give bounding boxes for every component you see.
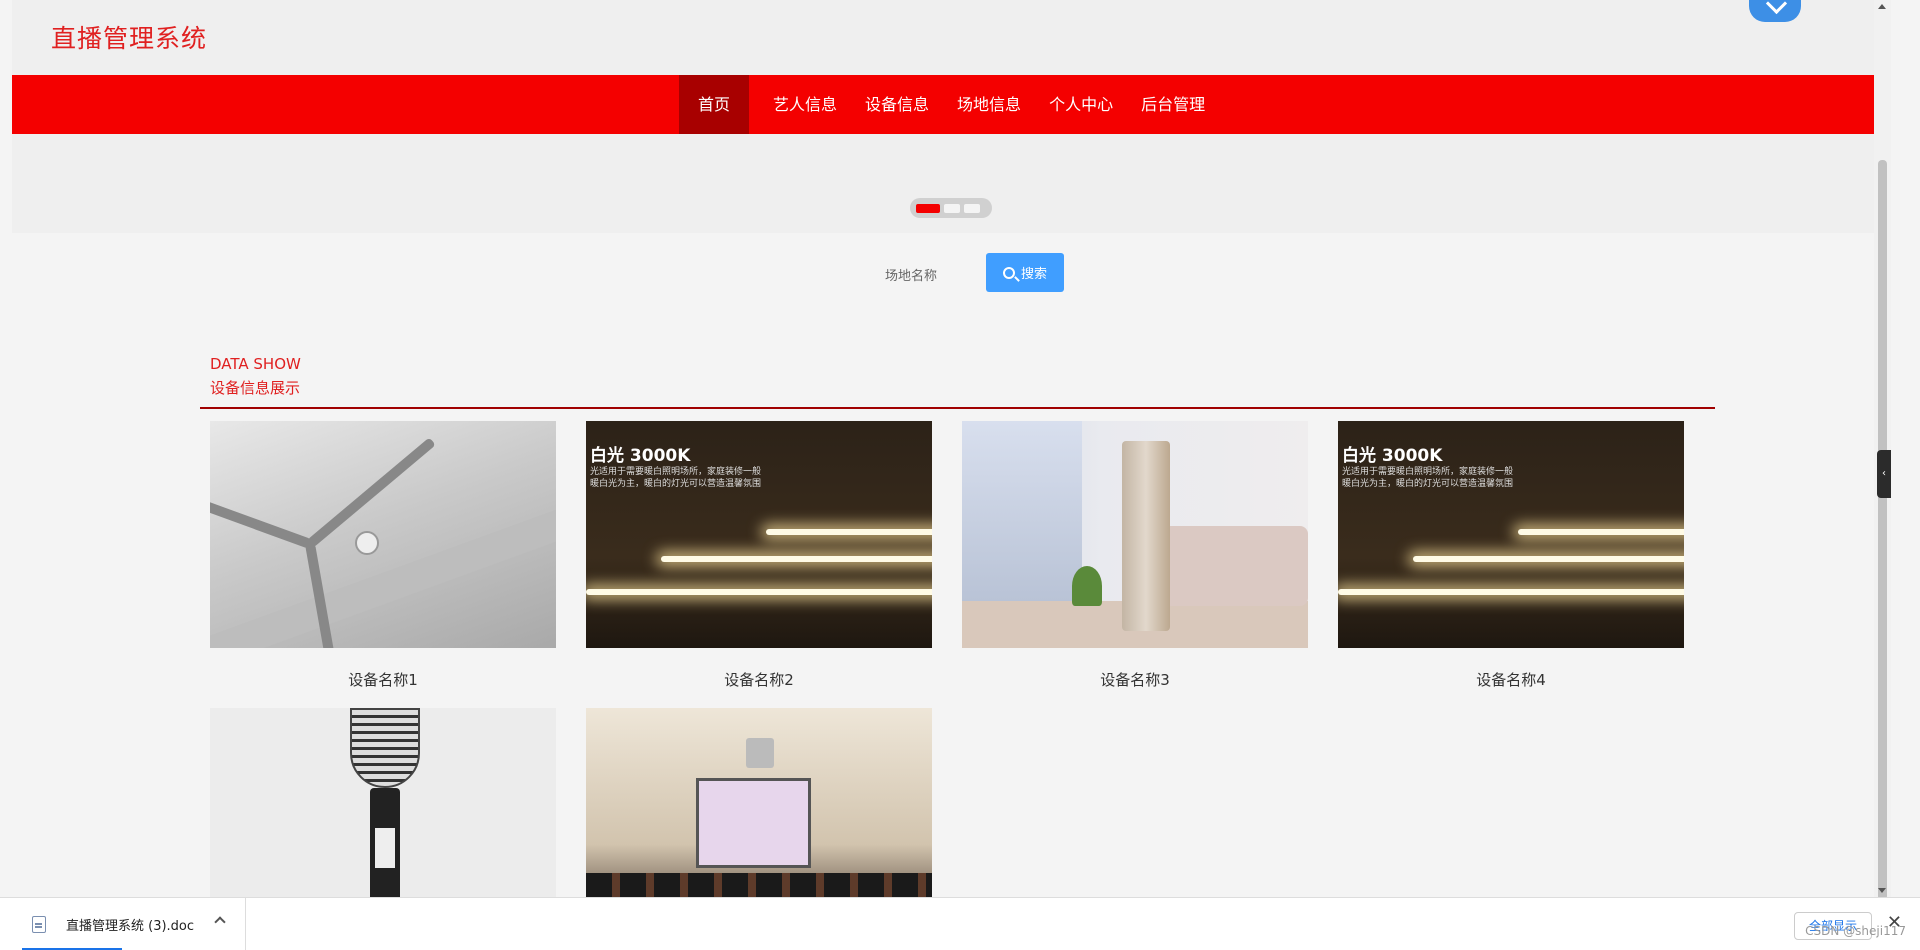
device-card[interactable]: 设备名称1 — [210, 421, 556, 690]
document-icon — [32, 916, 46, 933]
carousel-indicators — [910, 198, 992, 218]
header: 直播管理系统 — [12, 0, 1891, 75]
device-image-microphone[interactable] — [210, 708, 556, 897]
device-name[interactable]: 设备名称3 — [962, 669, 1308, 690]
device-card[interactable]: 设备名称3 — [962, 421, 1308, 690]
section-title-en: DATA SHOW — [210, 355, 301, 373]
watermark: CSDN @sheji117 — [1805, 924, 1906, 938]
search-button-label: 搜索 — [1020, 267, 1047, 282]
nav-item-profile[interactable]: 个人中心 — [1037, 75, 1125, 134]
vertical-scrollbar[interactable] — [1874, 0, 1891, 897]
device-image-air-conditioner[interactable] — [962, 421, 1308, 648]
download-item[interactable]: 直播管理系统 (3).doc — [22, 898, 246, 950]
scroll-down-icon[interactable] — [1878, 888, 1886, 893]
device-card[interactable] — [210, 708, 556, 897]
search-label[interactable]: 场地名称 — [885, 265, 937, 284]
device-card[interactable]: 白光 3000K 光适用于需要暖白照明场所，家庭装修一般 暖白光为主，暖白的灯光可… — [586, 421, 932, 690]
search-icon — [1002, 266, 1015, 279]
download-bar: 直播管理系统 (3).doc 全部显示 ✕ — [0, 897, 1920, 950]
image-overlay-text: 光适用于需要暖白照明场所，家庭装修一般 暖白光为主，暖白的灯光可以营造温馨氛围 — [590, 467, 762, 489]
device-name[interactable]: 设备名称4 — [1338, 669, 1684, 690]
main-nav: 首页 艺人信息 设备信息 场地信息 个人中心 后台管理 — [12, 75, 1891, 134]
device-card[interactable] — [586, 708, 932, 897]
site-title: 直播管理系统 — [51, 24, 208, 53]
page: 直播管理系统 首页 艺人信息 设备信息 场地信息 个人中心 后台管理 场地名称 … — [12, 0, 1891, 897]
banner-carousel — [12, 134, 1891, 233]
floating-badge-icon[interactable] — [1749, 0, 1801, 22]
nav-item-admin[interactable]: 后台管理 — [1129, 75, 1217, 134]
carousel-dot[interactable] — [916, 203, 940, 213]
side-collapse-tab[interactable]: ‹ — [1877, 450, 1891, 498]
device-image-led-light[interactable]: 白光 3000K 光适用于需要暖白照明场所，家庭装修一般 暖白光为主，暖白的灯光可… — [586, 421, 932, 648]
nav-item-artists[interactable]: 艺人信息 — [761, 75, 849, 134]
device-name[interactable]: 设备名称2 — [586, 669, 932, 690]
section-divider — [200, 407, 1715, 409]
nav-item-devices[interactable]: 设备信息 — [853, 75, 941, 134]
nav-item-venues[interactable]: 场地信息 — [945, 75, 1033, 134]
carousel-dot[interactable] — [964, 203, 980, 213]
image-overlay-title: 白光 3000K — [1342, 446, 1443, 466]
image-overlay-title: 白光 3000K — [590, 446, 691, 466]
carousel-dot[interactable] — [944, 203, 960, 213]
device-name[interactable]: 设备名称1 — [210, 669, 556, 690]
section-title-cn: 设备信息展示 — [210, 379, 301, 397]
search-button[interactable]: 搜索 — [986, 253, 1064, 292]
device-image-meeting-room[interactable] — [586, 708, 932, 897]
chevron-up-icon[interactable] — [214, 916, 226, 928]
scroll-up-icon[interactable] — [1878, 4, 1886, 9]
device-card[interactable]: 白光 3000K 光适用于需要暖白照明场所，家庭装修一般 暖白光为主，暖白的灯光可… — [1338, 421, 1684, 690]
nav-item-home[interactable]: 首页 — [679, 75, 750, 134]
scrollbar-thumb[interactable] — [1878, 160, 1887, 897]
image-overlay-text: 光适用于需要暖白照明场所，家庭装修一般 暖白光为主，暖白的灯光可以营造温馨氛围 — [1342, 467, 1514, 489]
device-image-ceiling-fan[interactable] — [210, 421, 556, 648]
download-file-name[interactable]: 直播管理系统 (3).doc — [66, 915, 194, 934]
device-image-led-light[interactable]: 白光 3000K 光适用于需要暖白照明场所，家庭装修一般 暖白光为主，暖白的灯光可… — [1338, 421, 1684, 648]
